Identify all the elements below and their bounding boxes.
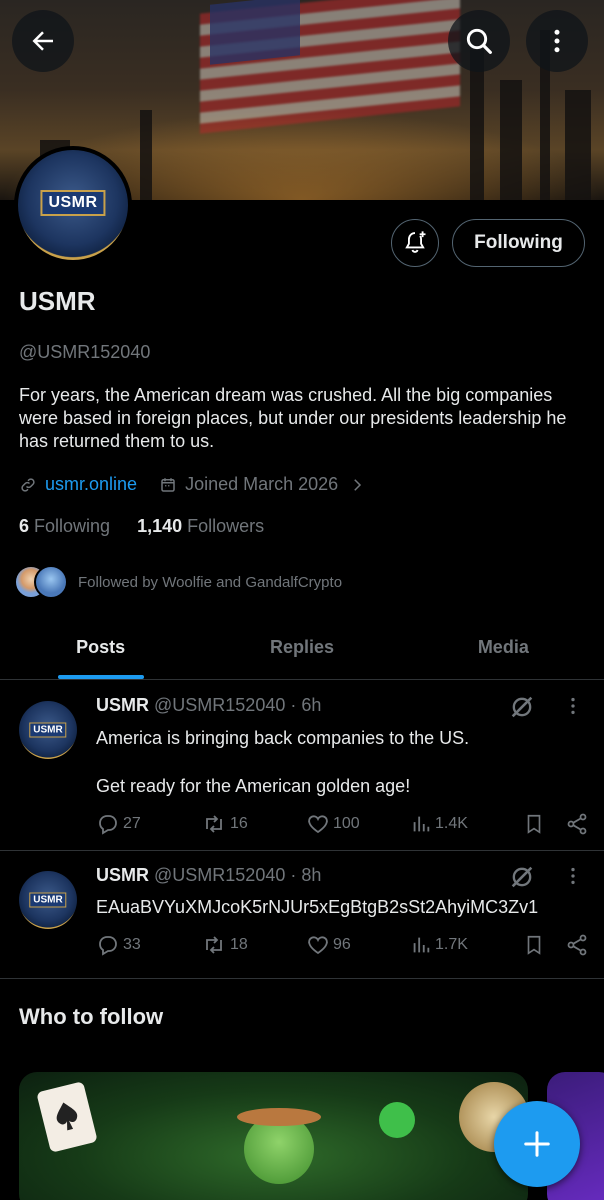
followers-count-link[interactable]: 1,140 Followers (137, 516, 264, 536)
mascot-hat (237, 1108, 321, 1126)
repost-icon (206, 815, 222, 833)
like-icon (308, 936, 328, 955)
search-button[interactable] (448, 10, 510, 72)
views-icon (413, 937, 430, 953)
following-count-link[interactable]: 6 Following (19, 516, 110, 536)
link-icon (21, 477, 35, 492)
who-to-follow-card[interactable] (19, 1072, 528, 1200)
post-actions: 27 16 100 1.4K (96, 812, 589, 836)
share-icon[interactable] (565, 812, 589, 836)
banner-tower (470, 50, 484, 200)
usmr-seal-logo: USMR (18, 150, 128, 260)
back-button[interactable] (12, 10, 74, 72)
repost-button[interactable]: 18 (201, 933, 306, 957)
calendar-icon (161, 477, 175, 492)
profile-joined-date: Joined March 2026 (185, 474, 339, 494)
post-avatar[interactable]: USMR (19, 701, 77, 759)
views-button[interactable]: 1.4K (410, 813, 520, 835)
repost-icon (206, 936, 222, 954)
usmr-seal-logo: USMR (19, 701, 77, 759)
post-avatar[interactable]: USMR (19, 871, 77, 929)
plus-icon (524, 1131, 550, 1157)
bookmark-icon[interactable] (523, 812, 545, 836)
tab-replies[interactable]: Replies (201, 616, 402, 679)
bell-plus-icon (405, 231, 426, 253)
bookmark-icon[interactable] (523, 933, 545, 957)
followed-by-row[interactable]: Followed by Woolfie and GandalfCrypto (14, 564, 342, 600)
logo-wordmark: USMR (40, 189, 106, 216)
post-author-name[interactable]: USMR (96, 865, 149, 885)
playing-card-image (36, 1081, 98, 1153)
following-button[interactable]: Following (452, 219, 585, 267)
grok-icon[interactable] (508, 693, 536, 721)
profile-bio: For years, the American dream was crushe… (19, 385, 567, 451)
followed-by-text: Followed by Woolfie and GandalfCrypto (78, 573, 343, 591)
who-to-follow-heading: Who to follow (19, 1004, 164, 1029)
profile-meta: usmr.online Joined March 2026 (19, 474, 366, 495)
profile-counts: 6 Following 1,140 Followers (19, 516, 264, 537)
share-icon[interactable] (565, 933, 589, 957)
search-icon (466, 28, 492, 54)
post-meta: @USMR152040 · 6h (154, 695, 322, 715)
usmr-seal-logo: USMR (19, 871, 77, 929)
post-item[interactable]: USMR USMR @USMR152040 · 6h America is br… (0, 681, 604, 851)
post-author-name[interactable]: USMR (96, 695, 149, 715)
views-button[interactable]: 1.7K (410, 934, 520, 956)
follower-avatar-gandalfcrypto (34, 565, 68, 599)
more-vertical-icon (554, 29, 560, 53)
reply-icon (99, 815, 117, 835)
banner-tower (565, 90, 591, 200)
reply-button[interactable]: 33 (96, 933, 201, 957)
post-actions: 33 18 96 1.7K (96, 933, 589, 957)
profile-website-link[interactable]: usmr.online (45, 474, 137, 495)
banner-flag-canton (210, 0, 300, 65)
more-options-button[interactable] (526, 10, 588, 72)
post-meta: @USMR152040 · 8h (154, 865, 322, 885)
reply-button[interactable]: 27 (96, 812, 201, 836)
notifications-button[interactable] (391, 219, 439, 267)
grok-icon[interactable] (508, 863, 536, 891)
post-text: EAuaBVYuXMJcoK5rNJUr5xEgBtgB2sSt2AhyiMC3… (96, 897, 539, 917)
more-vertical-icon[interactable] (562, 865, 584, 887)
profile-tabs: Posts Replies Media (0, 616, 604, 680)
profile-avatar[interactable]: USMR (14, 146, 132, 264)
reply-icon (99, 936, 117, 956)
views-icon (413, 816, 430, 832)
post-text: America is bringing back companies to th… (96, 728, 470, 796)
clover-image (379, 1102, 415, 1138)
banner-tower (500, 80, 522, 200)
profile-handle: @USMR152040 (19, 342, 151, 362)
compose-post-button[interactable] (494, 1101, 580, 1187)
post-header: USMR @USMR152040 · 8h (96, 865, 321, 886)
tab-posts[interactable]: Posts (0, 616, 201, 679)
post-header: USMR @USMR152040 · 6h (96, 695, 321, 716)
like-icon (308, 815, 328, 834)
more-vertical-icon[interactable] (562, 695, 584, 717)
repost-button[interactable]: 16 (201, 812, 306, 836)
post-item[interactable]: USMR USMR @USMR152040 · 8h EAuaBVYuXMJco… (0, 851, 604, 979)
back-arrow-icon (32, 31, 53, 51)
banner-tower (140, 110, 152, 200)
profile-name: USMR (19, 286, 96, 316)
like-button[interactable]: 96 (306, 933, 410, 957)
chevron-right-icon[interactable] (348, 476, 366, 494)
like-button[interactable]: 100 (306, 812, 410, 836)
tab-media[interactable]: Media (403, 616, 604, 679)
